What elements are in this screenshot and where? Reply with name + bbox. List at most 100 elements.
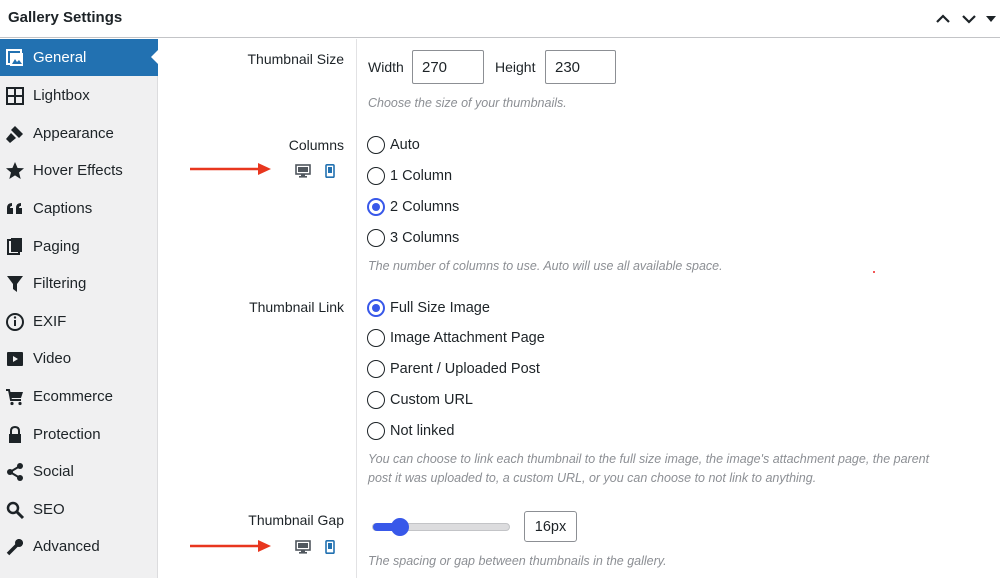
label-divider — [356, 39, 357, 578]
radio-label: Full Size Image — [390, 300, 490, 316]
sidebar-item-label: Lightbox — [33, 87, 90, 104]
radio-label: Custom URL — [390, 392, 473, 408]
width-input[interactable] — [412, 50, 484, 84]
columns-option-2[interactable]: 2 Columns — [367, 197, 459, 217]
sidebar-item-hover-effects[interactable]: Hover Effects — [0, 152, 158, 189]
star-icon — [5, 161, 25, 181]
sidebar-item-label: Advanced — [33, 538, 100, 555]
pages-icon — [5, 237, 25, 257]
sidebar-item-label: Paging — [33, 238, 80, 255]
lock-icon — [5, 425, 25, 445]
sidebar-item-label: Social — [33, 463, 74, 480]
link-option-parent-post[interactable]: Parent / Uploaded Post — [367, 359, 540, 379]
search-icon — [5, 500, 25, 520]
sidebar-item-exif[interactable]: EXIF — [0, 303, 158, 340]
sidebar-item-filtering[interactable]: Filtering — [0, 265, 158, 302]
sidebar-item-general[interactable]: General — [0, 39, 159, 76]
sidebar-item-appearance[interactable]: Appearance — [0, 115, 158, 152]
sidebar-item-label: Appearance — [33, 125, 114, 142]
radio-label: Not linked — [390, 423, 455, 439]
link-option-full-size[interactable]: Full Size Image — [367, 298, 490, 318]
sidebar-item-video[interactable]: Video — [0, 340, 158, 377]
radio-label: Auto — [390, 137, 420, 153]
radio-circle[interactable] — [367, 229, 385, 247]
share-icon — [5, 462, 25, 482]
gap-slider-thumb[interactable] — [391, 518, 410, 536]
thumbnail-gap-label: Thumbnail Gap — [248, 512, 344, 528]
settings-sidebar: General Lightbox Appearance Hover Effect… — [0, 39, 159, 578]
radio-circle[interactable] — [367, 422, 385, 440]
height-label: Height — [495, 59, 536, 75]
gap-slider[interactable] — [372, 518, 510, 536]
radio-label: 3 Columns — [390, 230, 460, 246]
link-option-attachment-page[interactable]: Image Attachment Page — [367, 328, 545, 348]
cart-icon — [5, 387, 25, 407]
radio-circle[interactable] — [367, 360, 385, 378]
info-icon — [5, 312, 25, 332]
thumbnail-size-description: Choose the size of your thumbnails. — [368, 96, 567, 110]
thumbnail-size-label: Thumbnail Size — [247, 51, 345, 67]
columns-option-3[interactable]: 3 Columns — [367, 228, 459, 248]
columns-description: The number of columns to use. Auto will … — [368, 259, 723, 273]
thumbnail-link-description-line2: post it was uploaded to, a custom URL, o… — [368, 471, 817, 485]
sidebar-item-ecommerce[interactable]: Ecommerce — [0, 378, 158, 415]
sidebar-item-label: Captions — [33, 200, 93, 217]
radio-circle[interactable] — [367, 329, 385, 347]
radio-label: 1 Column — [390, 168, 453, 184]
grid-icon — [5, 86, 25, 106]
sidebar-item-label: Video — [33, 350, 72, 367]
width-label: Width — [368, 59, 404, 75]
video-icon — [5, 349, 25, 369]
columns-label: Columns — [288, 137, 344, 153]
sidebar-item-label: SEO — [33, 501, 65, 518]
radio-label: Parent / Uploaded Post — [390, 361, 540, 377]
sidebar-item-label: Protection — [33, 426, 101, 443]
chevron-up-icon[interactable] — [932, 8, 954, 30]
sidebar-item-label: Hover Effects — [33, 162, 123, 179]
sidebar-item-label: EXIF — [33, 313, 67, 330]
sidebar-item-paging[interactable]: Paging — [0, 228, 158, 265]
sidebar-item-seo[interactable]: SEO — [0, 491, 158, 528]
thumbnail-link-label: Thumbnail Link — [249, 299, 344, 315]
wrench-icon — [5, 537, 25, 557]
gap-device-toggle — [295, 540, 335, 557]
stray-dot — [873, 271, 875, 273]
sidebar-item-social[interactable]: Social — [0, 453, 158, 490]
mobile-icon[interactable] — [325, 540, 335, 557]
sidebar-item-captions[interactable]: Captions — [0, 190, 158, 227]
gallery-icon — [5, 48, 25, 68]
radio-circle[interactable] — [367, 198, 385, 216]
sidebar-item-label: Ecommerce — [33, 388, 114, 405]
columns-option-1[interactable]: 1 Column — [367, 166, 452, 186]
radio-circle[interactable] — [367, 299, 385, 317]
collapse-panel-icon[interactable] — [982, 8, 1000, 30]
height-input[interactable] — [545, 50, 616, 84]
gap-value-box[interactable]: 16px — [524, 511, 577, 542]
panel-title: Gallery Settings — [8, 9, 123, 26]
filter-icon — [5, 274, 25, 294]
link-option-custom-url[interactable]: Custom URL — [367, 390, 473, 410]
sidebar-item-lightbox[interactable]: Lightbox — [0, 77, 158, 114]
columns-option-auto[interactable]: Auto — [367, 135, 420, 155]
columns-device-toggle — [295, 164, 335, 181]
radio-label: 2 Columns — [390, 199, 460, 215]
chevron-down-icon[interactable] — [958, 8, 980, 30]
sidebar-item-label: Filtering — [33, 275, 87, 292]
thumbnail-link-description-line1: You can choose to link each thumbnail to… — [368, 452, 930, 466]
desktop-icon[interactable] — [295, 164, 311, 181]
brush-icon — [5, 124, 25, 144]
red-arrow-gap — [190, 540, 271, 552]
desktop-icon[interactable] — [295, 540, 311, 557]
quote-icon — [5, 199, 25, 219]
sidebar-item-protection[interactable]: Protection — [0, 416, 158, 453]
sidebar-item-advanced[interactable]: Advanced — [0, 528, 158, 565]
mobile-icon[interactable] — [325, 164, 335, 181]
radio-circle[interactable] — [367, 136, 385, 154]
link-option-not-linked[interactable]: Not linked — [367, 421, 454, 441]
radio-circle[interactable] — [367, 167, 385, 185]
radio-circle[interactable] — [367, 391, 385, 409]
sidebar-item-label: General — [33, 49, 87, 66]
thumbnail-gap-description: The spacing or gap between thumbnails in… — [368, 554, 667, 568]
panel-header: Gallery Settings — [0, 0, 1000, 38]
red-arrow-columns — [190, 163, 271, 175]
